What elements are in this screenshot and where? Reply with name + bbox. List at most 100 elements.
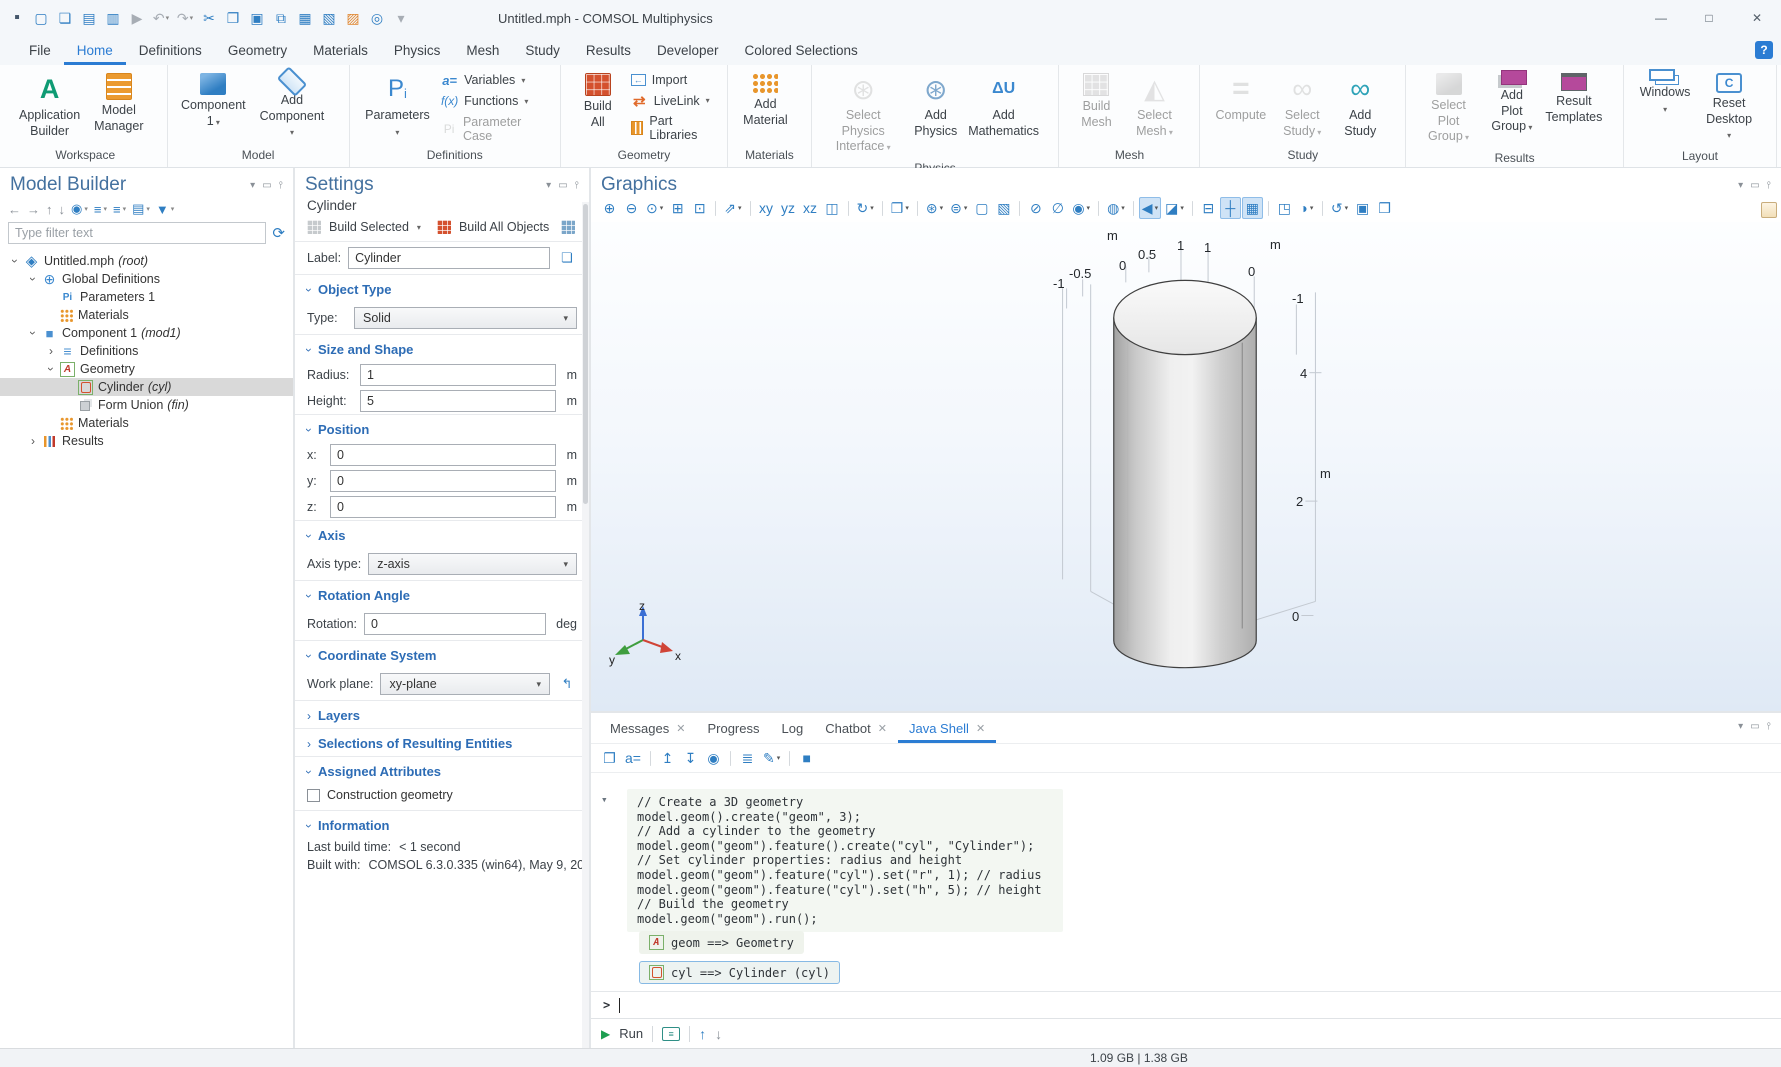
- section-axis[interactable]: Axis: [295, 521, 589, 548]
- save-icon[interactable]: ▤: [78, 7, 100, 29]
- zoom-extents-icon[interactable]: ⊞: [667, 197, 688, 219]
- import-button[interactable]: Import: [631, 73, 715, 87]
- tree-item[interactable]: Form Union (fin): [0, 396, 293, 414]
- collapse-panel-icon[interactable]: ▾: [1738, 721, 1743, 732]
- side-panel-toggle-icon[interactable]: [1761, 202, 1777, 218]
- cut-icon[interactable]: ✂: [198, 7, 220, 29]
- console-tab[interactable]: Log ✕: [771, 713, 815, 743]
- position-input[interactable]: [330, 470, 556, 492]
- show-options-icon[interactable]: ◉: [71, 201, 88, 217]
- ribbon-tab[interactable]: File: [16, 36, 64, 65]
- projection-icon[interactable]: ◫: [822, 197, 843, 219]
- run-button[interactable]: Run: [619, 1026, 643, 1041]
- windows-button[interactable]: Windows: [1632, 71, 1698, 145]
- maximize-icon[interactable]: □: [1685, 0, 1733, 36]
- component-1-button[interactable]: Component 1: [176, 71, 252, 144]
- float-panel-icon[interactable]: ▭: [262, 180, 271, 191]
- rename-icon[interactable]: ❏: [557, 248, 577, 268]
- view-orientation-icon[interactable]: ⇗: [721, 197, 744, 219]
- rotate-view-icon[interactable]: ↻: [854, 197, 877, 219]
- close-tab-icon[interactable]: ✕: [878, 722, 887, 735]
- tree-filter-input[interactable]: [8, 222, 266, 244]
- code-fold-icon[interactable]: [601, 793, 608, 806]
- app-icon[interactable]: ▪: [6, 7, 28, 29]
- customize-icon[interactable]: ▾: [390, 7, 412, 29]
- select-box-icon[interactable]: ▧: [318, 7, 340, 29]
- stop-icon[interactable]: ■: [796, 747, 817, 769]
- select-plot-group-button[interactable]: Select Plot Group: [1414, 71, 1483, 147]
- tree-item[interactable]: Materials: [0, 306, 293, 324]
- previous-command-icon[interactable]: ↑: [699, 1026, 706, 1042]
- shell-result-chip[interactable]: cyl ==> Cylinder (cyl): [639, 961, 840, 984]
- tree-expander-icon[interactable]: [26, 272, 40, 286]
- tree-item[interactable]: Global Definitions: [0, 270, 293, 288]
- compute-button[interactable]: Compute: [1208, 71, 1273, 144]
- console-settings-icon[interactable]: ≡: [662, 1027, 680, 1041]
- show-icon[interactable]: ◉: [703, 747, 724, 769]
- section-coordinate-system[interactable]: Coordinate System: [295, 641, 589, 668]
- image-export-icon[interactable]: ⊛: [923, 197, 946, 219]
- view-xy-icon[interactable]: xy: [756, 197, 777, 219]
- section-object-type[interactable]: Object Type: [295, 275, 589, 302]
- add-component-button[interactable]: Add Component: [251, 71, 333, 144]
- go-to-source-icon[interactable]: ↰: [557, 674, 577, 694]
- hide-objects-icon[interactable]: ⊘: [1025, 197, 1046, 219]
- ribbon-tab[interactable]: Mesh: [453, 36, 512, 65]
- pin-panel-icon[interactable]: ⫯: [1767, 721, 1771, 732]
- pin-panel-icon[interactable]: ⫯: [279, 180, 283, 191]
- ribbon-tab[interactable]: Home: [64, 36, 126, 65]
- position-input[interactable]: [330, 444, 556, 466]
- parameter-case-button[interactable]: Parameter Case: [441, 115, 548, 143]
- section-rotation[interactable]: Rotation Angle: [295, 581, 589, 608]
- print-icon[interactable]: ❒: [1374, 197, 1395, 219]
- scroll-up-icon[interactable]: ↥: [657, 747, 678, 769]
- float-panel-icon[interactable]: ▭: [558, 180, 567, 191]
- rotation-input[interactable]: [364, 613, 546, 635]
- tree-expander-icon[interactable]: [44, 344, 58, 358]
- model-manager-button[interactable]: Model Manager: [87, 71, 150, 144]
- collapsed-section-header[interactable]: Selections of Resulting Entities: [295, 729, 589, 756]
- console-tab[interactable]: Chatbot ✕: [814, 713, 898, 743]
- result-templates-button[interactable]: Result Templates: [1541, 71, 1607, 147]
- label-input[interactable]: [348, 247, 550, 269]
- copy-icon[interactable]: ❐: [222, 7, 244, 29]
- settings-scrollbar[interactable]: [582, 202, 589, 1048]
- tree-item[interactable]: Parameters 1: [0, 288, 293, 306]
- snapshot-icon[interactable]: ▣: [1352, 197, 1373, 219]
- view-xz-icon[interactable]: xz: [800, 197, 821, 219]
- ribbon-tab[interactable]: Materials: [300, 36, 381, 65]
- play-icon[interactable]: ▶: [126, 7, 148, 29]
- paste-icon[interactable]: ▣: [246, 7, 268, 29]
- tree-expander-icon[interactable]: [26, 326, 40, 340]
- duplicate-icon[interactable]: ⧉: [270, 7, 292, 29]
- forward-icon[interactable]: →: [27, 202, 40, 217]
- collapsed-section-header[interactable]: Layers: [295, 701, 589, 728]
- select-study-button[interactable]: Select Study: [1273, 71, 1331, 144]
- position-input[interactable]: [330, 496, 556, 518]
- ribbon-tab[interactable]: Developer: [644, 36, 732, 65]
- variables-button[interactable]: Variables: [441, 73, 548, 88]
- tree-item[interactable]: Definitions: [0, 342, 293, 360]
- color-labels-icon[interactable]: ◳: [1274, 197, 1295, 219]
- auto-update-icon[interactable]: ↺: [1328, 197, 1351, 219]
- wrap-lines-icon[interactable]: ≣: [737, 747, 758, 769]
- close-tab-icon[interactable]: ✕: [676, 722, 685, 735]
- expand-all-icon[interactable]: ≡: [113, 202, 126, 217]
- select-mesh-button[interactable]: Select Mesh: [1125, 71, 1183, 144]
- tree-item[interactable]: Untitled.mph (root): [0, 252, 293, 270]
- add-physics-button[interactable]: Add Physics: [907, 71, 965, 157]
- view-yz-icon[interactable]: yz: [778, 197, 799, 219]
- show-axes-icon[interactable]: ┼: [1220, 197, 1241, 219]
- fit-window-icon[interactable]: ⊡: [689, 197, 710, 219]
- build-mesh-button[interactable]: Build Mesh: [1067, 71, 1125, 144]
- graphics-canvas[interactable]: m-1-0.500.511m0-14m20 z y x: [591, 222, 1781, 711]
- functions-button[interactable]: Functions: [441, 94, 548, 109]
- variables-view-icon[interactable]: a=: [622, 747, 644, 769]
- pin-panel-icon[interactable]: ⫯: [1767, 180, 1771, 191]
- pin-panel-icon[interactable]: ⫯: [575, 180, 579, 191]
- ribbon-tab[interactable]: Results: [573, 36, 644, 65]
- find-icon[interactable]: ◎: [366, 7, 388, 29]
- ribbon-tab[interactable]: Colored Selections: [731, 36, 870, 65]
- section-assigned-attributes[interactable]: Assigned Attributes: [295, 757, 589, 784]
- objects-table-icon[interactable]: [561, 220, 575, 234]
